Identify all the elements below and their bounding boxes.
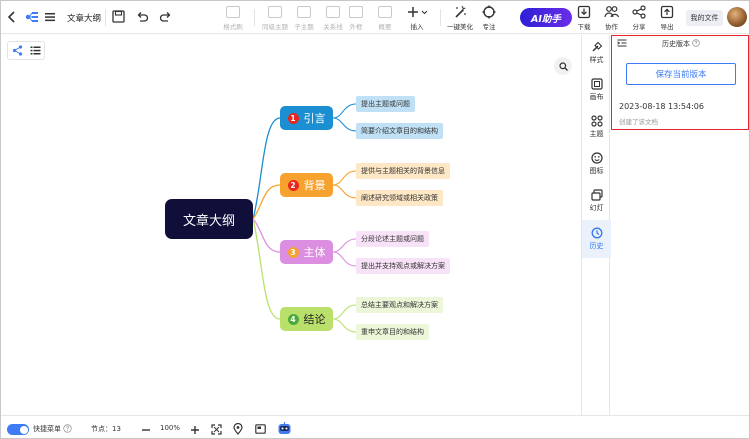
sidebar-item-label: 样式 <box>589 56 604 64</box>
right-sidebar: 样式 画布 主题 图标 幻灯 历史 <box>581 35 611 415</box>
zoom-in-icon[interactable] <box>190 425 200 435</box>
subtopic-node[interactable]: 提供与主题相关的背景信息 <box>356 163 450 179</box>
share-label: 分享 <box>632 23 646 31</box>
sidebar-item-label: 画布 <box>589 93 604 101</box>
branch-label: 引言 <box>303 112 326 125</box>
app-window: 文章大纲 格式刷 同级主题 子主题 关系线 外框 概要 插入 一键美化 专注 A… <box>0 0 750 439</box>
sidebar-item-label: 主题 <box>589 130 604 138</box>
style-icon <box>591 41 602 52</box>
subtopic-node[interactable]: 简要介绍文章目的和结构 <box>356 123 443 139</box>
bottom-status-bar: 快捷菜单 节点：13 100% <box>1 415 749 438</box>
emoji-icon <box>590 152 603 164</box>
node-count: 节点：13 <box>91 425 121 433</box>
subtopic-node[interactable]: 分段论述主题或问题 <box>356 231 429 247</box>
history-icon <box>591 227 602 239</box>
slides-icon <box>590 189 603 201</box>
sidebar-item-style[interactable]: 样式 <box>582 41 611 65</box>
avatar[interactable] <box>727 7 747 27</box>
priority-1-icon: 1 <box>287 112 299 124</box>
priority-3-icon: 3 <box>287 246 299 258</box>
version-timestamp[interactable]: 2023-08-18 13:54:06 <box>619 102 704 111</box>
collaborate-button[interactable]: 协作 <box>604 5 619 31</box>
sidebar-item-canvas[interactable]: 画布 <box>582 78 611 102</box>
branch-label: 背景 <box>303 179 326 192</box>
location-icon[interactable] <box>233 423 243 435</box>
root-topic[interactable]: 文章大纲 <box>165 199 253 239</box>
export-button[interactable]: 导出 <box>660 5 674 31</box>
priority-4-icon: 4 <box>287 313 299 325</box>
branch-topic-intro[interactable]: 1 引言 <box>280 106 333 130</box>
version-description: 创建了该文档 <box>619 118 658 126</box>
subtopic-node[interactable]: 提出主题或问题 <box>356 96 415 112</box>
sidebar-item-history[interactable]: 历史 <box>582 220 611 258</box>
sidebar-item-theme[interactable]: 主题 <box>582 115 611 139</box>
collaborate-icon <box>604 6 619 18</box>
subtopic-node[interactable]: 阐述研究领域或相关政策 <box>356 190 443 206</box>
branch-topic-body[interactable]: 3 主体 <box>280 240 333 264</box>
mindmap-connectors <box>252 103 357 333</box>
share-button[interactable]: 分享 <box>632 5 646 31</box>
robot-assistant-icon[interactable] <box>277 421 292 436</box>
history-panel: 历史版本 保存当前版本 2023-08-18 13:54:06 创建了该文档 <box>611 35 749 130</box>
sidebar-item-label: 图标 <box>589 167 604 175</box>
share-icon <box>632 5 646 19</box>
help-icon[interactable] <box>63 424 72 433</box>
sidebar-item-icons[interactable]: 图标 <box>582 152 611 176</box>
help-icon[interactable] <box>692 39 700 47</box>
sidebar-item-label: 幻灯 <box>589 204 604 212</box>
branch-topic-conclusion[interactable]: 4 结论 <box>280 307 333 331</box>
zoom-level[interactable]: 100% <box>160 424 180 432</box>
branch-label: 主体 <box>303 246 326 259</box>
subtopic-node[interactable]: 总结主要观点和解决方案 <box>356 297 443 313</box>
sidebar-item-label: 历史 <box>589 242 604 250</box>
canvas-icon <box>590 78 603 90</box>
quick-menu-toggle[interactable] <box>7 424 29 435</box>
branch-label: 结论 <box>303 313 326 326</box>
quick-menu-label: 快捷菜单 <box>33 425 61 433</box>
collapse-panel-icon[interactable] <box>617 39 627 47</box>
export-icon <box>660 5 674 19</box>
panel-title: 历史版本 <box>662 40 690 48</box>
subtopic-node[interactable]: 提出并支持观点或解决方案 <box>356 258 450 274</box>
branch-topic-background[interactable]: 2 背景 <box>280 173 333 197</box>
fit-screen-icon[interactable] <box>211 424 222 435</box>
priority-2-icon: 2 <box>287 179 299 191</box>
sidebar-item-slides[interactable]: 幻灯 <box>582 189 611 213</box>
my-files-button[interactable]: 我的文件 <box>686 10 723 26</box>
minimap-icon[interactable] <box>255 424 266 434</box>
subtopic-node[interactable]: 重申文章目的和结构 <box>356 324 429 340</box>
theme-icon <box>590 115 603 127</box>
export-label: 导出 <box>660 23 674 31</box>
panel-header: 历史版本 <box>612 36 748 50</box>
save-current-version-button[interactable]: 保存当前版本 <box>626 63 736 85</box>
collaborate-label: 协作 <box>605 23 618 31</box>
zoom-out-icon[interactable] <box>141 425 151 435</box>
